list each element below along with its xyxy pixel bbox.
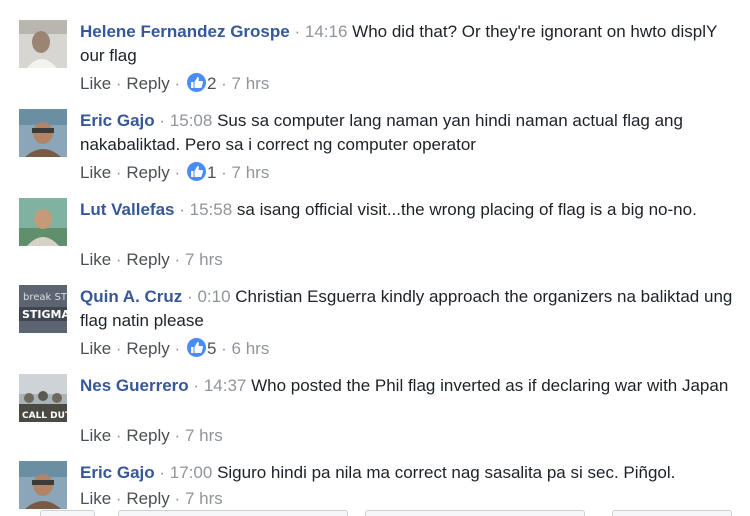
comment-text: Lut Vallefas · 15:58 sa isang official v… bbox=[80, 198, 744, 222]
comment-text: Nes Guerrero · 14:37 Who posted the Phil… bbox=[80, 374, 744, 398]
separator: · bbox=[115, 426, 122, 445]
comment-age[interactable]: 7 hrs bbox=[232, 163, 270, 182]
separator: · bbox=[294, 22, 301, 41]
separator: · bbox=[179, 200, 185, 219]
partial-element bbox=[40, 510, 95, 516]
like-button[interactable]: Like bbox=[80, 250, 111, 269]
svg-text:STIGMA: STIGMA bbox=[22, 308, 67, 321]
reply-button[interactable]: Reply bbox=[126, 426, 169, 445]
avatar[interactable] bbox=[19, 20, 67, 68]
comment-age[interactable]: 7 hrs bbox=[185, 426, 223, 445]
separator: · bbox=[187, 287, 193, 306]
separator: · bbox=[115, 163, 122, 182]
reaction-count[interactable]: 2 bbox=[207, 74, 216, 93]
reply-button[interactable]: Reply bbox=[126, 74, 169, 93]
separator: · bbox=[174, 74, 181, 93]
comment-actions: Like · Reply · 5 · 6 hrs bbox=[80, 338, 269, 360]
separator: · bbox=[159, 111, 166, 130]
comment-body: Siguro hindi pa nila ma correct nag sasa… bbox=[217, 463, 676, 482]
like-reaction-icon[interactable] bbox=[186, 162, 206, 181]
comment-actions: Like · Reply · 7 hrs bbox=[80, 488, 223, 510]
comment-author[interactable]: Quin A. Cruz bbox=[80, 287, 182, 306]
bottom-edge bbox=[0, 510, 750, 516]
comment-body: sa isang official visit...the wrong plac… bbox=[236, 200, 697, 219]
avatar[interactable]: CALL DUTY bbox=[19, 374, 67, 422]
comment-time[interactable]: 0:10 bbox=[197, 287, 230, 306]
separator: · bbox=[159, 463, 166, 482]
comment-time[interactable]: 17:00 bbox=[170, 463, 213, 482]
comment-actions: Like · Reply · 1 · 7 hrs bbox=[80, 162, 269, 184]
separator: · bbox=[174, 163, 181, 182]
comment-actions: Like · Reply · 2 · 7 hrs bbox=[80, 73, 269, 95]
comment-actions: Like · Reply · 7 hrs bbox=[80, 249, 223, 271]
comment-time[interactable]: 14:37 bbox=[204, 376, 247, 395]
comment-age[interactable]: 7 hrs bbox=[232, 74, 270, 93]
partial-element bbox=[612, 510, 732, 516]
separator: · bbox=[174, 489, 181, 508]
comment-time[interactable]: 15:58 bbox=[190, 200, 233, 219]
avatar-photo-icon bbox=[19, 198, 67, 246]
comment-time[interactable]: 15:08 bbox=[170, 111, 213, 130]
separator: · bbox=[115, 250, 122, 269]
like-button[interactable]: Like bbox=[80, 339, 111, 358]
avatar-photo-icon: break STIGMA STIGMA bbox=[19, 285, 67, 333]
comment-age[interactable]: 6 hrs bbox=[232, 339, 270, 358]
separator: · bbox=[221, 339, 227, 358]
comment-author[interactable]: Nes Guerrero bbox=[80, 376, 189, 395]
comment-age[interactable]: 7 hrs bbox=[185, 489, 223, 508]
avatar-caption-top: break STIGMA bbox=[23, 292, 67, 303]
like-button[interactable]: Like bbox=[80, 426, 111, 445]
like-button[interactable]: Like bbox=[80, 163, 111, 182]
avatar-photo-icon bbox=[19, 109, 67, 157]
avatar-caption: CALL DUTY bbox=[22, 411, 67, 421]
separator: · bbox=[221, 163, 227, 182]
comment-author[interactable]: Eric Gajo bbox=[80, 463, 155, 482]
reply-button[interactable]: Reply bbox=[126, 163, 169, 182]
separator: · bbox=[115, 489, 122, 508]
separator: · bbox=[221, 74, 227, 93]
avatar[interactable] bbox=[19, 198, 67, 246]
comment-text: Helene Fernandez Grospe · 14:16 Who did … bbox=[80, 20, 744, 68]
comment-age[interactable]: 7 hrs bbox=[185, 250, 223, 269]
like-reaction-icon[interactable] bbox=[186, 338, 206, 357]
partial-element bbox=[365, 510, 585, 516]
reaction-count[interactable]: 5 bbox=[207, 339, 216, 358]
like-reaction-icon[interactable] bbox=[186, 73, 206, 92]
like-button[interactable]: Like bbox=[80, 489, 111, 508]
separator: · bbox=[115, 74, 122, 93]
separator: · bbox=[174, 426, 181, 445]
comment-actions: Like · Reply · 7 hrs bbox=[80, 425, 223, 447]
comment-time[interactable]: 14:16 bbox=[305, 22, 348, 41]
separator: · bbox=[115, 339, 122, 358]
reply-button[interactable]: Reply bbox=[126, 339, 169, 358]
comment-text: Quin A. Cruz · 0:10 Christian Esguerra k… bbox=[80, 285, 744, 333]
separator: · bbox=[193, 376, 200, 395]
avatar-photo-icon bbox=[19, 20, 67, 68]
comment-text: Eric Gajo · 17:00 Siguro hindi pa nila m… bbox=[80, 461, 744, 485]
comment-author[interactable]: Eric Gajo bbox=[80, 111, 155, 130]
avatar[interactable]: break STIGMA STIGMA bbox=[19, 285, 67, 333]
comment-author[interactable]: Lut Vallefas bbox=[80, 200, 174, 219]
reply-button[interactable]: Reply bbox=[126, 489, 169, 508]
reply-button[interactable]: Reply bbox=[126, 250, 169, 269]
separator: · bbox=[174, 250, 181, 269]
comment-body: Who posted the Phil flag inverted as if … bbox=[251, 376, 729, 395]
avatar-photo-icon bbox=[19, 461, 67, 509]
comment-text: Eric Gajo · 15:08 Sus sa computer lang n… bbox=[80, 109, 744, 157]
comment-author[interactable]: Helene Fernandez Grospe bbox=[80, 22, 290, 41]
reaction-count[interactable]: 1 bbox=[207, 163, 216, 182]
separator: · bbox=[174, 339, 181, 358]
avatar[interactable] bbox=[19, 461, 67, 509]
avatar[interactable] bbox=[19, 109, 67, 157]
like-button[interactable]: Like bbox=[80, 74, 111, 93]
avatar-photo-icon: CALL DUTY bbox=[19, 374, 67, 422]
partial-element bbox=[118, 510, 348, 516]
